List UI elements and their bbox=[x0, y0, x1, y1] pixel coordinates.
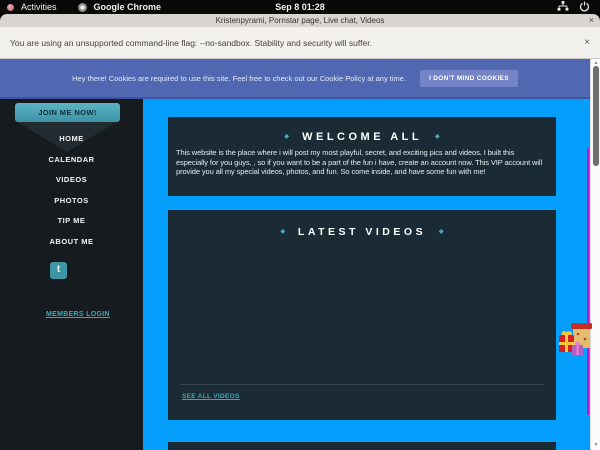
sidebar-item-home[interactable]: HOME bbox=[0, 129, 143, 150]
scroll-down-arrow-icon[interactable]: ▼ bbox=[591, 442, 600, 449]
clock[interactable]: Sep 8 01:28 bbox=[0, 2, 600, 12]
gnome-topbar: Activities Google Chrome Sep 8 01:28 bbox=[0, 0, 600, 14]
see-all-videos-link[interactable]: SEE ALL VIDEOS bbox=[182, 393, 240, 400]
welcome-text: This website is the place where i will p… bbox=[176, 148, 548, 177]
scrollbar-thumb[interactable] bbox=[593, 66, 599, 166]
accept-cookies-button[interactable]: I DON'T MIND COOKIES bbox=[420, 70, 518, 87]
sidebar-item-aboutme[interactable]: ABOUT ME bbox=[0, 232, 143, 253]
sidebar-nav: HOME CALENDAR VIDEOS PHOTOS TIP ME ABOUT… bbox=[0, 129, 143, 252]
welcome-title: ◆ WELCOME ALL ◆ bbox=[168, 117, 556, 143]
screen: Activities Google Chrome Sep 8 01:28 bbox=[0, 0, 600, 450]
cookie-message: Hey there! Cookies are required to use t… bbox=[72, 74, 406, 83]
browser-titlebar[interactable]: Kristenpyrami, Pornstar page, Live chat,… bbox=[0, 14, 600, 27]
flag-warning-bar: You are using an unsupported command-lin… bbox=[0, 27, 600, 59]
system-status-area bbox=[557, 1, 600, 14]
join-now-button[interactable]: JOIN ME NOW! bbox=[15, 103, 120, 122]
infobar-close-icon[interactable]: × bbox=[584, 37, 590, 48]
page-edge-line bbox=[587, 148, 589, 415]
members-login-link[interactable]: MEMBERS LOGIN bbox=[46, 311, 110, 318]
warning-text: You are using an unsupported command-lin… bbox=[0, 38, 372, 48]
cookie-banner: Hey there! Cookies are required to use t… bbox=[0, 59, 590, 99]
divider bbox=[180, 384, 544, 385]
latest-videos-panel: ◆ LATEST VIDEOS ◆ SEE ALL VIDEOS bbox=[168, 210, 556, 420]
next-section-panel bbox=[168, 442, 556, 450]
latest-videos-title: ◆ LATEST VIDEOS ◆ bbox=[168, 210, 556, 238]
tumblr-icon[interactable]: t bbox=[50, 262, 67, 279]
sidebar: JOIN ME NOW! HOME CALENDAR VIDEOS PHOTOS… bbox=[0, 99, 143, 450]
network-icon[interactable] bbox=[557, 1, 569, 13]
titlebar-close-icon[interactable]: × bbox=[589, 14, 594, 27]
power-icon[interactable] bbox=[579, 1, 590, 14]
diamond-icon: ◆ bbox=[284, 134, 289, 140]
page-scrollbar[interactable]: ▲ ▼ bbox=[590, 59, 600, 450]
diamond-icon: ◆ bbox=[435, 134, 440, 140]
welcome-panel: ◆ WELCOME ALL ◆ This website is the plac… bbox=[168, 117, 556, 196]
diamond-icon: ◆ bbox=[280, 229, 285, 235]
sidebar-item-calendar[interactable]: CALENDAR bbox=[0, 150, 143, 171]
diamond-icon: ◆ bbox=[439, 229, 444, 235]
webpage: Hey there! Cookies are required to use t… bbox=[0, 59, 600, 450]
sidebar-item-photos[interactable]: PHOTOS bbox=[0, 191, 143, 212]
sidebar-item-tipme[interactable]: TIP ME bbox=[0, 211, 143, 232]
gift-boxes-icon[interactable] bbox=[558, 319, 592, 359]
page-title: Kristenpyrami, Pornstar page, Live chat,… bbox=[216, 16, 385, 25]
sidebar-item-videos[interactable]: VIDEOS bbox=[0, 170, 143, 191]
page-content: JOIN ME NOW! HOME CALENDAR VIDEOS PHOTOS… bbox=[0, 99, 600, 450]
